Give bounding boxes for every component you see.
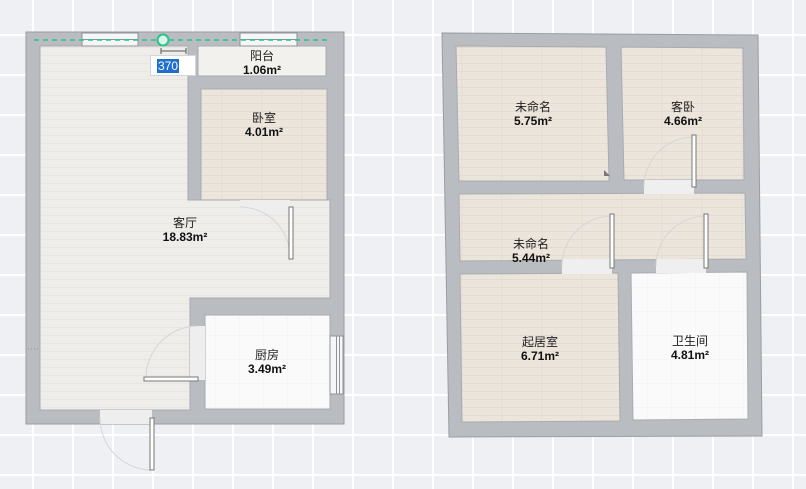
room-area-living-room: 18.83m² (163, 230, 208, 244)
room-area-unnamed-2: 5.44m² (512, 251, 550, 265)
room-area-unnamed-1: 5.75m² (514, 114, 552, 128)
unnamed-room-2-floor[interactable] (458, 192, 747, 262)
sitting-room-door[interactable] (609, 213, 615, 269)
room-label-bedroom: 卧室 (252, 110, 276, 125)
left-floorplan[interactable]: 阳台 1.06m² 卧室 4.01m² 客厅 18.83m² 厨房 3.49m² (25, 31, 345, 471)
floorplan-canvas[interactable]: 阳台 1.06m² 卧室 4.01m² 客厅 18.83m² 厨房 3.49m²… (0, 0, 806, 489)
kitchen-door[interactable] (143, 376, 199, 382)
room-area-balcony: 1.06m² (243, 63, 281, 77)
bedroom-floor[interactable] (200, 88, 328, 201)
dimension-value: 370 (157, 58, 180, 73)
entrance-door[interactable] (149, 417, 155, 471)
room-area-sitting-room: 6.71m² (521, 349, 559, 363)
room-label-sitting-room: 起居室 (522, 334, 558, 349)
room-label-bathroom: 卫生间 (672, 334, 708, 348)
room-label-kitchen: 厨房 (255, 347, 279, 362)
bathroom-door[interactable] (703, 213, 709, 269)
room-label-living-room: 客厅 (173, 215, 197, 230)
right-floorplan[interactable]: 未命名 5.75m² 客卧 4.66m² 未命名 5.44m² 起居室 6.71… (441, 32, 763, 438)
room-label-guest-bedroom: 客卧 (671, 99, 695, 114)
room-label-balcony: 阳台 (250, 48, 274, 63)
room-area-guest-bedroom: 4.66m² (664, 114, 702, 128)
measurement-handle[interactable] (156, 33, 170, 47)
room-label-unnamed-1: 未命名 (515, 99, 551, 114)
room-area-kitchen: 3.49m² (248, 362, 286, 376)
room-area-bedroom: 4.01m² (245, 125, 283, 139)
bedroom-door[interactable] (288, 206, 294, 260)
room-label-unnamed-2: 未命名 (513, 236, 549, 251)
entrance-door-swing[interactable] (99, 417, 153, 471)
guest-bedroom-door[interactable] (691, 134, 697, 188)
room-area-bathroom: 4.81m² (671, 348, 709, 362)
dimension-input[interactable]: 370 (150, 55, 196, 76)
